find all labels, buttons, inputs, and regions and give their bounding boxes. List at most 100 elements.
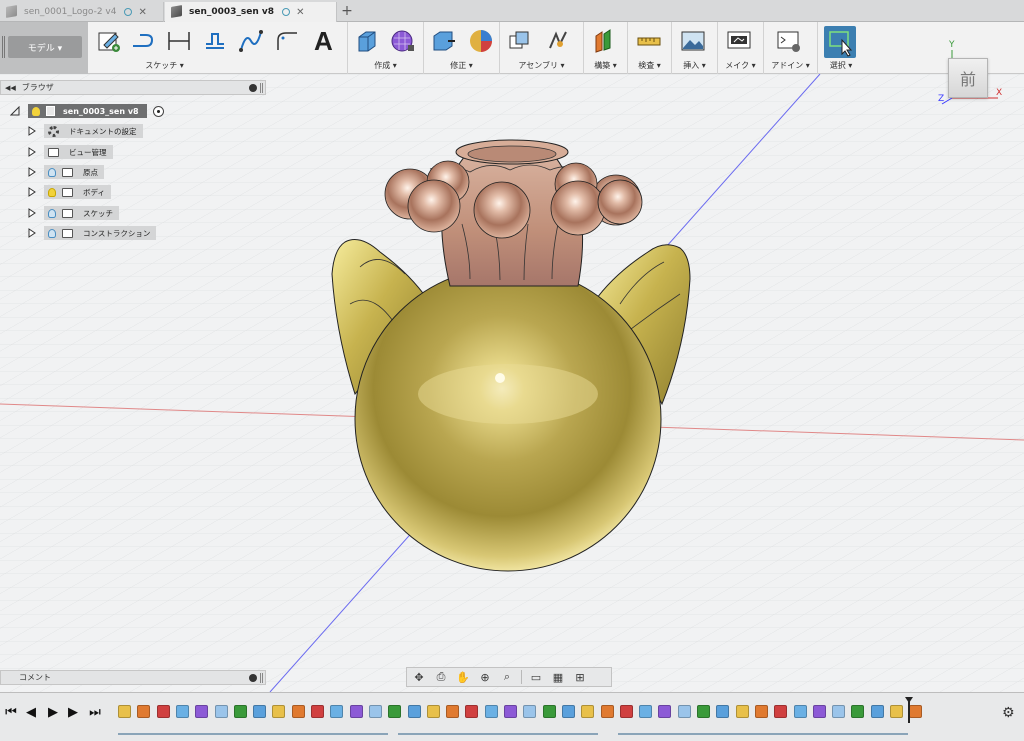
browser-item-origin[interactable]: 原点 (28, 165, 104, 179)
panel-grip-icon[interactable] (260, 83, 263, 93)
timeline-feature-icon[interactable] (118, 705, 131, 718)
close-icon[interactable]: ✕ (296, 7, 304, 18)
timeline-marker[interactable] (905, 697, 913, 723)
collapse-browser-icon[interactable]: ◀◀ (5, 84, 16, 92)
viewports-icon[interactable]: ⊞ (572, 670, 588, 684)
inspect-menu[interactable]: 検査 ▾ (628, 60, 671, 71)
timeline-feature-icon[interactable] (233, 705, 247, 718)
viewcube[interactable]: Y 前 X Z (932, 40, 1012, 110)
timeline-feature-icon[interactable] (504, 705, 517, 718)
spline-icon[interactable] (238, 28, 264, 54)
expand-arrow-icon[interactable] (28, 187, 36, 197)
browser-item-bodies[interactable]: ボディ (28, 185, 111, 199)
timeline-feature-icon[interactable] (214, 705, 228, 718)
visibility-bulb-icon[interactable] (48, 167, 56, 177)
timeline-feature-icon[interactable] (407, 705, 421, 718)
play-icon[interactable]: ▶ (46, 705, 60, 720)
fillet-sketch-icon[interactable] (274, 28, 300, 54)
look-at-icon[interactable]: ⎙ (433, 670, 449, 684)
timeline-feature-icon[interactable] (697, 705, 710, 718)
expand-arrow-icon[interactable] (28, 147, 36, 157)
timeline-feature-icon[interactable] (735, 705, 749, 718)
line-tool-icon[interactable] (130, 28, 156, 54)
new-component-icon[interactable] (506, 28, 532, 54)
timeline-feature-icon[interactable] (812, 705, 826, 718)
timeline-feature-icon[interactable] (561, 705, 575, 718)
timeline-feature-icon[interactable] (349, 705, 363, 718)
timeline-feature-icon[interactable] (890, 705, 903, 718)
construct-menu[interactable]: 構築 ▾ (584, 60, 627, 71)
pin-icon[interactable] (249, 84, 257, 92)
timeline-feature-icon[interactable] (581, 705, 595, 718)
text-tool-icon[interactable]: A (314, 26, 340, 56)
fit-icon[interactable]: ⌕ (499, 670, 515, 684)
insert-menu[interactable]: 挿入 ▾ (672, 60, 717, 71)
timeline-feature-icon[interactable] (465, 705, 479, 718)
timeline-feature-icon[interactable] (330, 705, 344, 718)
offset-icon[interactable] (202, 28, 228, 54)
pan-icon[interactable]: ✋ (455, 670, 471, 684)
extrude-icon[interactable] (354, 28, 380, 54)
timeline-feature-icon[interactable] (137, 705, 151, 718)
assemble-menu[interactable]: アセンブリ ▾ (500, 60, 583, 71)
visibility-bulb-icon[interactable] (48, 208, 56, 218)
zoom-icon[interactable]: ⊕ (477, 670, 493, 684)
timeline-feature-icon[interactable] (156, 705, 170, 718)
visibility-bulb-icon[interactable] (48, 228, 56, 238)
select-tool-button[interactable] (824, 26, 856, 58)
addins-menu[interactable]: アドイン ▾ (764, 60, 817, 71)
timeline-feature-icon[interactable] (677, 705, 691, 718)
timeline-feature-icon[interactable] (272, 705, 286, 718)
tab-sen-0003[interactable]: sen_0003_sen v8 ✕ (165, 2, 337, 22)
comments-panel-header[interactable]: コメント (0, 670, 266, 685)
make-menu[interactable]: メイク ▾ (718, 60, 763, 71)
timeline-feature-icon[interactable] (851, 705, 865, 718)
timeline-feature-icon[interactable] (446, 705, 460, 718)
measure-icon[interactable] (636, 28, 662, 54)
orbit-icon[interactable]: ✥ (411, 670, 427, 684)
timeline-settings-gear-icon[interactable]: ⚙ (1002, 705, 1015, 721)
select-menu[interactable]: 選択 ▾ (818, 60, 864, 71)
step-back-icon[interactable]: ◀ (24, 705, 38, 720)
grid-icon[interactable]: ▦ (550, 670, 566, 684)
browser-item-document-settings[interactable]: ドキュメントの設定 (28, 124, 143, 138)
timeline-feature-icon[interactable] (484, 705, 498, 718)
browser-item-construction[interactable]: コンストラクション (28, 226, 157, 240)
viewcube-front-face[interactable]: 前 (948, 58, 988, 98)
browser-item-named-views[interactable]: ビュー管理 (28, 145, 113, 159)
timeline-feature-icon[interactable] (639, 705, 653, 718)
close-icon[interactable]: ✕ (138, 7, 146, 18)
timeline-feature-icon[interactable] (793, 705, 807, 718)
expand-arrow-icon[interactable] (28, 167, 36, 177)
new-tab-button[interactable]: + (339, 2, 355, 20)
timeline-feature-icon[interactable] (832, 705, 846, 718)
create-menu[interactable]: 作成 ▾ (348, 60, 423, 71)
browser-item-sketches[interactable]: スケッチ (28, 206, 119, 220)
timeline-feature-icon[interactable] (600, 705, 614, 718)
expand-arrow-icon[interactable] (28, 228, 36, 238)
timeline-feature-icon[interactable] (175, 705, 189, 718)
go-to-start-icon[interactable]: ⏮ (4, 705, 18, 720)
timeline-feature-icon[interactable] (426, 705, 440, 718)
expand-triangle-icon[interactable] (10, 106, 20, 116)
timeline-feature-icon[interactable] (368, 705, 382, 718)
timeline-feature-icon[interactable] (716, 705, 730, 718)
press-pull-icon[interactable] (430, 28, 456, 54)
create-sketch-icon[interactable] (96, 28, 122, 54)
expand-arrow-icon[interactable] (28, 126, 36, 136)
timeline-feature-icon[interactable] (291, 705, 305, 718)
visibility-bulb-icon[interactable] (48, 187, 56, 197)
timeline-feature-icon[interactable] (253, 705, 267, 718)
timeline-feature-icon[interactable] (311, 705, 324, 718)
timeline-feature-icon[interactable] (774, 705, 788, 718)
timeline-feature-icon[interactable] (754, 705, 768, 718)
display-settings-icon[interactable]: ▭ (528, 670, 544, 684)
timeline-feature-icon[interactable] (195, 705, 209, 718)
form-icon[interactable] (390, 28, 416, 54)
pin-icon[interactable] (249, 674, 257, 682)
visibility-bulb-icon[interactable] (32, 106, 40, 116)
step-forward-icon[interactable]: ▶ (66, 705, 80, 720)
panel-grip-icon[interactable] (260, 673, 263, 683)
insert-image-icon[interactable] (680, 28, 706, 54)
model-canvas[interactable] (0, 74, 1024, 692)
